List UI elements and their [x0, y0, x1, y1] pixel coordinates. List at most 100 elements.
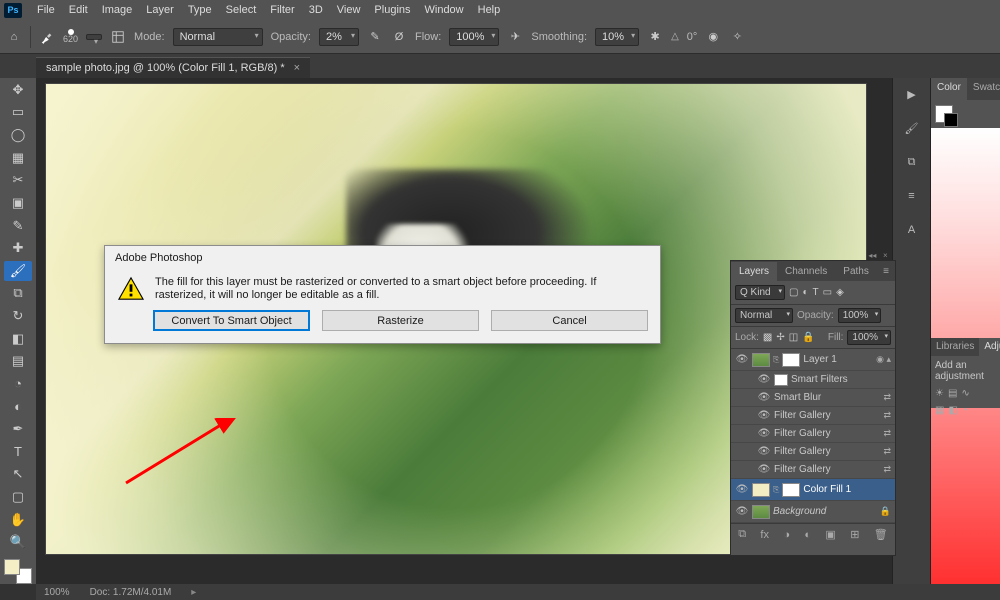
new-group-icon[interactable]: ▣: [825, 528, 835, 541]
layer-thumb[interactable]: [752, 505, 770, 519]
dodge-tool[interactable]: ◐: [4, 397, 32, 417]
opacity-dropdown[interactable]: 2%: [319, 28, 359, 46]
smart-filter-item[interactable]: 👁 Filter Gallery ⇄: [731, 461, 895, 479]
new-adjustment-icon[interactable]: ◐: [804, 529, 811, 541]
layer-thumb[interactable]: [752, 353, 770, 367]
new-layer-icon[interactable]: ⊞: [850, 528, 859, 541]
smart-filter-item[interactable]: 👁 Filter Gallery ⇄: [731, 443, 895, 461]
lock-artboard-icon[interactable]: ◫: [789, 332, 798, 343]
clone-source-panel-icon[interactable]: ⧉: [902, 152, 922, 172]
character-panel-icon[interactable]: A: [902, 220, 922, 240]
menu-plugins[interactable]: Plugins: [367, 2, 417, 18]
lock-all-icon[interactable]: 🔒: [802, 332, 814, 343]
zoom-level[interactable]: 100%: [44, 587, 70, 598]
visibility-icon[interactable]: 👁: [735, 506, 749, 517]
bg-color-big-swatch[interactable]: [944, 113, 958, 127]
blend-mode-dropdown[interactable]: Normal: [173, 28, 263, 46]
play-panel-icon[interactable]: ▶: [902, 84, 922, 104]
layer-style-icon[interactable]: fx: [760, 529, 769, 541]
filter-type-icon[interactable]: T: [813, 287, 819, 298]
blur-tool[interactable]: ◔: [4, 374, 32, 394]
layer-name[interactable]: Background: [773, 506, 877, 517]
lock-pixels-icon[interactable]: ▩: [763, 332, 772, 343]
lock-position-icon[interactable]: ✢: [776, 332, 784, 343]
fill-dropdown[interactable]: 100%: [847, 330, 891, 345]
link-layers-icon[interactable]: ⧉: [738, 528, 746, 541]
smart-filter-item[interactable]: 👁 Filter Gallery ⇄: [731, 407, 895, 425]
fill-thumb[interactable]: [752, 483, 770, 497]
angle-value[interactable]: 0°: [687, 31, 698, 43]
blend-mode-dropdown[interactable]: Normal: [735, 308, 793, 323]
layer-row[interactable]: 👁 ⎘ Layer 1 ◉ ▴: [731, 349, 895, 371]
layers-tab[interactable]: Layers: [731, 262, 777, 281]
menu-window[interactable]: Window: [418, 2, 471, 18]
doc-info-chevron[interactable]: ▸: [191, 587, 196, 598]
zoom-tool[interactable]: 🔍: [4, 533, 32, 553]
menu-help[interactable]: Help: [471, 2, 508, 18]
menu-image[interactable]: Image: [95, 2, 140, 18]
visibility-icon[interactable]: 👁: [757, 428, 771, 439]
filter-kind-dropdown[interactable]: Q Kind: [735, 285, 785, 300]
filter-options-icon[interactable]: ⇄: [883, 410, 891, 421]
menu-edit[interactable]: Edit: [62, 2, 95, 18]
menu-3d[interactable]: 3D: [302, 2, 330, 18]
shape-tool[interactable]: ▢: [4, 487, 32, 507]
layer-row-selected[interactable]: 👁 ⎘ Color Fill 1: [731, 479, 895, 501]
bw-adj-icon[interactable]: ◧: [948, 405, 957, 416]
move-tool[interactable]: ✥: [4, 80, 32, 100]
filter-options-icon[interactable]: ⇄: [883, 428, 891, 439]
smart-filters-header[interactable]: 👁 Smart Filters: [731, 371, 895, 389]
layer-name[interactable]: Color Fill 1: [803, 484, 891, 495]
adjustments-tab[interactable]: Adju: [979, 338, 1000, 356]
document-tab[interactable]: sample photo.jpg @ 100% (Color Fill 1, R…: [36, 57, 310, 78]
convert-to-smart-object-button[interactable]: Convert To Smart Object: [153, 310, 310, 331]
lasso-tool[interactable]: ◯: [4, 125, 32, 145]
object-select-tool[interactable]: ▦: [4, 148, 32, 168]
history-panel-icon[interactable]: ≡: [902, 186, 922, 206]
add-mask-icon[interactable]: ◑: [783, 529, 790, 541]
eraser-tool[interactable]: ◧: [4, 329, 32, 349]
healing-tool[interactable]: ✚: [4, 238, 32, 258]
rasterize-button[interactable]: Rasterize: [322, 310, 479, 331]
brushes-panel-icon[interactable]: 🖌: [902, 118, 922, 138]
clone-tool[interactable]: ⧉: [4, 284, 32, 304]
layer-opacity-dropdown[interactable]: 100%: [838, 308, 882, 323]
filter-smart-icon[interactable]: ◈: [836, 287, 844, 298]
color-tab[interactable]: Color: [931, 78, 967, 100]
pen-tool[interactable]: ✒: [4, 419, 32, 439]
hue-adj-icon[interactable]: ▦: [935, 405, 944, 416]
smoothing-dropdown[interactable]: 10%: [595, 28, 639, 46]
filter-effects-icon[interactable]: ◉ ▴: [876, 354, 891, 365]
airbrush-icon[interactable]: ✈: [507, 29, 523, 45]
menu-filter[interactable]: Filter: [263, 2, 301, 18]
mask-thumb[interactable]: [782, 483, 800, 497]
filter-adjust-icon[interactable]: ◐: [802, 287, 808, 298]
menu-layer[interactable]: Layer: [139, 2, 181, 18]
brightness-adj-icon[interactable]: ☀: [935, 388, 944, 399]
menu-type[interactable]: Type: [181, 2, 219, 18]
mask-thumb[interactable]: [782, 353, 800, 367]
pressure-opacity-icon[interactable]: ✎: [367, 29, 383, 45]
menu-file[interactable]: File: [30, 2, 62, 18]
brush-panel-icon[interactable]: [110, 29, 126, 45]
visibility-icon[interactable]: 👁: [735, 354, 749, 365]
close-tab-icon[interactable]: ×: [294, 62, 300, 74]
layer-row[interactable]: 👁 Background 🔒: [731, 501, 895, 523]
menu-view[interactable]: View: [330, 2, 368, 18]
paths-tab[interactable]: Paths: [835, 262, 877, 281]
home-icon[interactable]: ⌂: [6, 29, 22, 45]
marquee-tool[interactable]: ▭: [4, 103, 32, 123]
visibility-icon[interactable]: 👁: [757, 446, 771, 457]
layer-name[interactable]: Layer 1: [803, 354, 873, 365]
foreground-background-swatches[interactable]: [4, 559, 32, 584]
crop-tool[interactable]: ✂: [4, 171, 32, 191]
visibility-icon[interactable]: 👁: [735, 484, 749, 495]
hand-tool[interactable]: ✋: [4, 510, 32, 530]
path-select-tool[interactable]: ↖: [4, 465, 32, 485]
gradient-tool[interactable]: ▤: [4, 352, 32, 372]
photo-filter-adj-icon[interactable]: ◔: [962, 405, 968, 416]
visibility-icon[interactable]: 👁: [757, 410, 771, 421]
curves-adj-icon[interactable]: ∿: [961, 388, 969, 399]
delete-layer-icon[interactable]: 🗑: [874, 528, 888, 541]
foreground-color-swatch[interactable]: [4, 559, 20, 575]
